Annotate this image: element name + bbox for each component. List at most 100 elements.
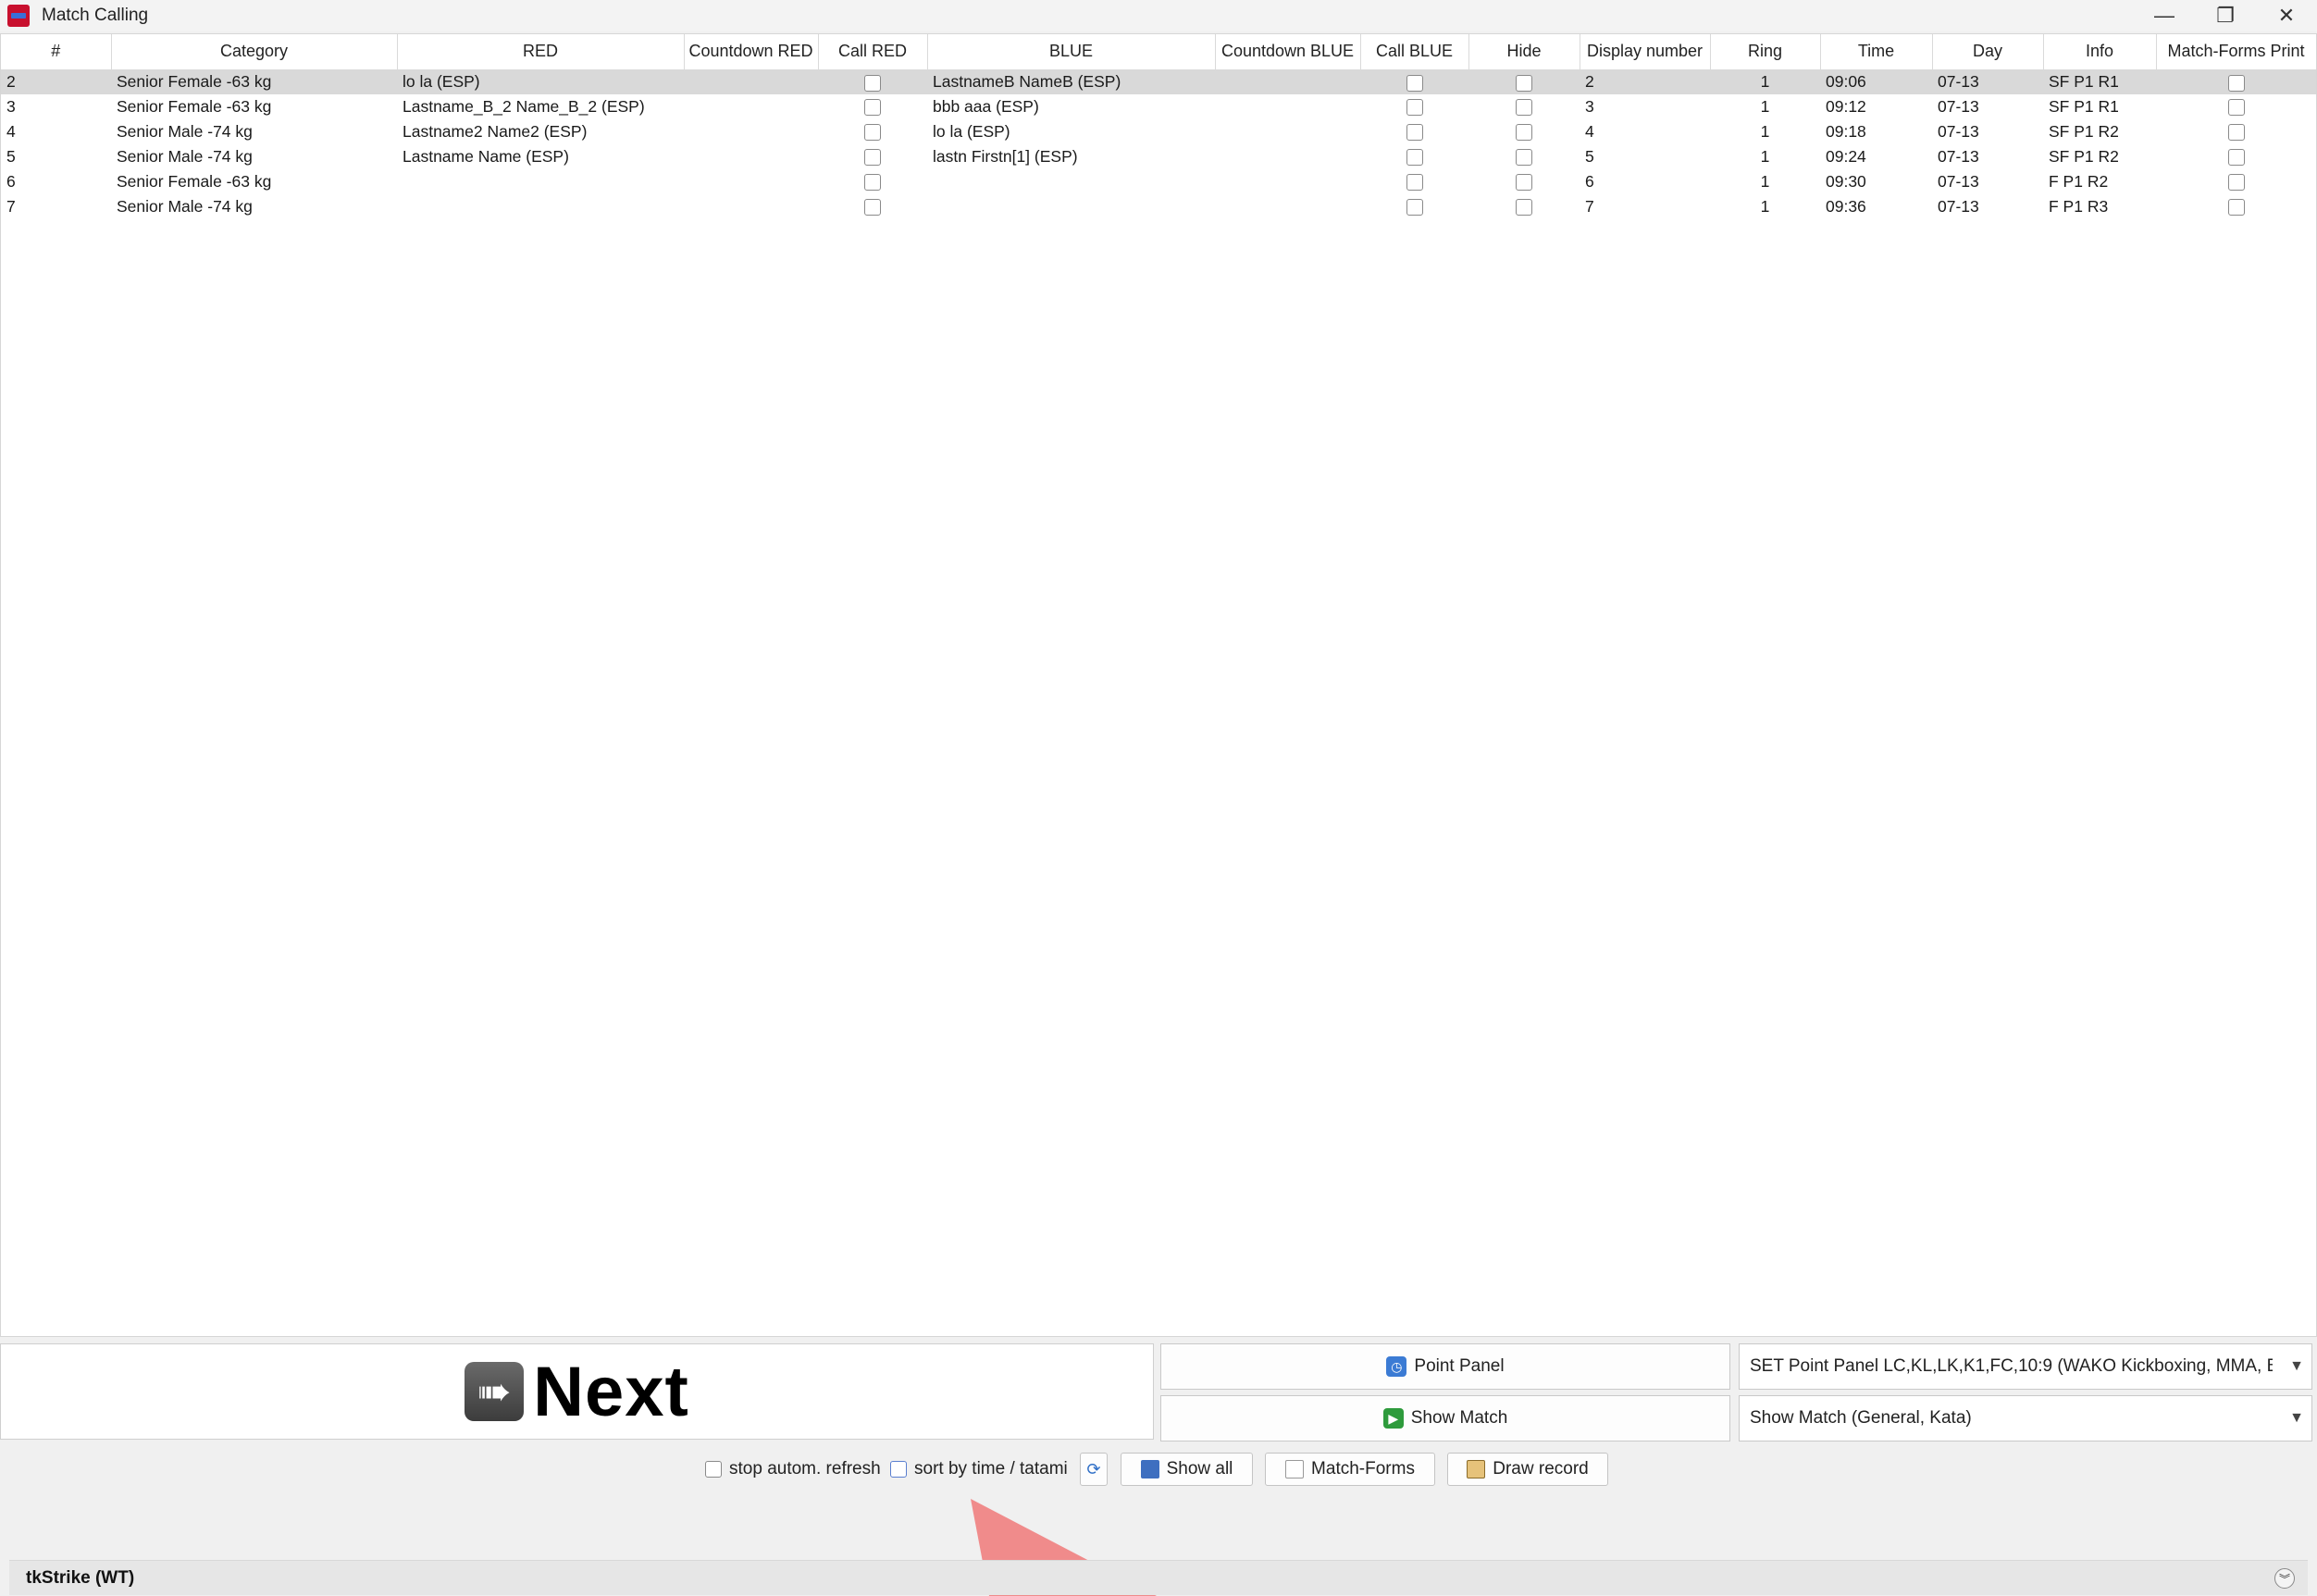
draw-record-button[interactable]: Draw record: [1447, 1453, 1608, 1486]
row-red-athlete: [397, 194, 684, 219]
row-red-athlete: lo la (ESP): [397, 69, 684, 94]
row-info: SF P1 R1: [2049, 97, 2119, 116]
column-header[interactable]: Ring: [1710, 34, 1821, 70]
row-time: 09:30: [1826, 172, 1866, 191]
expand-icon[interactable]: ︾: [2274, 1568, 2295, 1589]
match-forms-print-checkbox[interactable]: [2227, 124, 2245, 142]
show-all-button[interactable]: Show all: [1121, 1453, 1253, 1486]
column-header[interactable]: Display number: [1580, 34, 1711, 70]
stop-refresh-label: stop autom. refresh: [729, 1459, 881, 1478]
match-forms-print-checkbox[interactable]: [2227, 199, 2245, 217]
row-blue-athlete: bbb aaa (ESP): [933, 97, 1039, 116]
match-forms-print-checkbox-cell: [2156, 69, 2316, 94]
match-table-area: # Category RED Countdown RED Call RED BLUE Cou…: [0, 33, 2317, 1337]
row-countdown-blue: [1215, 194, 1360, 219]
match-forms-print-checkbox[interactable]: [2227, 99, 2245, 117]
point-panel-select[interactable]: SET Point Panel LC,KL,LK,K1,FC,10:9 (WAK…: [1739, 1343, 2312, 1390]
column-header[interactable]: #: [1, 34, 112, 70]
row-number: 4: [6, 122, 16, 141]
row-day: 07-13: [1938, 172, 1979, 191]
footer-bar: tkStrike (WT) ︾: [9, 1560, 2308, 1595]
next-button[interactable]: ➠ Next: [0, 1343, 1154, 1440]
show-match-select[interactable]: Show Match (General, Kata) ▼: [1739, 1395, 2312, 1441]
row-time: 09:24: [1826, 147, 1866, 166]
call-red-checkbox[interactable]: [864, 174, 881, 192]
call-blue-checkbox-cell: [1360, 144, 1468, 169]
stop-refresh-option[interactable]: stop autom. refresh: [705, 1453, 881, 1486]
table-row[interactable]: 3 Senior Female -63 kg Lastname_B_2 Name_B…: [1, 94, 2316, 119]
column-header[interactable]: BLUE: [927, 34, 1216, 70]
column-header[interactable]: Countdown RED: [684, 34, 819, 70]
chevron-down-icon: ▼: [2289, 1410, 2304, 1426]
column-header[interactable]: RED: [397, 34, 685, 70]
column-header[interactable]: Call BLUE: [1360, 34, 1469, 70]
close-button[interactable]: ✕: [2256, 0, 2317, 31]
row-category: Senior Female -63 kg: [111, 69, 397, 94]
match-forms-print-checkbox[interactable]: [2227, 74, 2245, 92]
match-forms-print-checkbox-cell: [2156, 169, 2316, 194]
show-match-select-value: Show Match (General, Kata): [1750, 1408, 1972, 1428]
hide-checkbox[interactable]: [1516, 74, 1532, 92]
hide-checkbox[interactable]: [1516, 149, 1532, 167]
table-row[interactable]: 2 Senior Female -63 kg lo la (ESP) Lastname…: [1, 69, 2316, 94]
table-row[interactable]: 5 Senior Male -74 kg Lastname Name (ESP) la…: [1, 144, 2316, 169]
call-red-checkbox[interactable]: [864, 199, 881, 217]
call-red-checkbox-cell: [818, 119, 927, 144]
call-blue-checkbox[interactable]: [1406, 74, 1423, 92]
call-red-checkbox-cell: [818, 144, 927, 169]
call-blue-checkbox[interactable]: [1406, 99, 1423, 117]
call-red-checkbox-cell: [818, 69, 927, 94]
minimize-button[interactable]: —: [2134, 0, 2195, 31]
refresh-button[interactable]: ⟳: [1080, 1453, 1108, 1486]
table-row[interactable]: 4 Senior Male -74 kg Lastname2 Name2 (ESP)…: [1, 119, 2316, 144]
hide-checkbox[interactable]: [1516, 199, 1532, 217]
row-countdown-blue: [1215, 144, 1360, 169]
row-display-number: 7: [1585, 197, 1594, 216]
row-ring: 1: [1710, 69, 1820, 94]
record-icon: [1467, 1460, 1486, 1478]
sort-checkbox[interactable]: [890, 1461, 907, 1478]
row-blue-athlete: LastnameB NameB (ESP): [927, 69, 1215, 94]
match-forms-print-checkbox-cell: [2156, 119, 2316, 144]
call-blue-checkbox[interactable]: [1406, 124, 1423, 142]
hide-checkbox[interactable]: [1516, 99, 1532, 117]
call-blue-checkbox[interactable]: [1406, 199, 1423, 217]
match-forms-print-checkbox[interactable]: [2227, 149, 2245, 167]
match-forms-print-checkbox[interactable]: [2227, 174, 2245, 192]
column-header[interactable]: Category: [111, 34, 398, 70]
column-header[interactable]: Hide: [1468, 34, 1580, 70]
show-match-button[interactable]: ▶ Show Match: [1160, 1395, 1730, 1441]
point-panel-select-value: SET Point Panel LC,KL,LK,K1,FC,10:9 (WAK…: [1750, 1356, 2273, 1376]
maximize-button[interactable]: ❐: [2195, 0, 2256, 31]
row-blue-athlete: lo la (ESP): [933, 122, 1010, 141]
call-red-checkbox[interactable]: [864, 74, 881, 92]
hide-checkbox[interactable]: [1516, 124, 1532, 142]
row-info: SF P1 R2: [2049, 147, 2119, 166]
sort-option[interactable]: sort by time / tatami: [890, 1453, 1068, 1486]
column-header[interactable]: Info: [2043, 34, 2157, 70]
row-ring: 1: [1760, 122, 1770, 141]
table-row[interactable]: 7 Senior Male -74 kg 7 1 09:36 07-13 F P1 R3: [1, 194, 2316, 219]
point-panel-button[interactable]: ◷ Point Panel: [1160, 1343, 1730, 1390]
window-title: Match Calling: [42, 6, 149, 25]
table-row[interactable]: 6 Senior Female -63 kg 6 1 09:30 07-13 F P1 R2: [1, 169, 2316, 194]
match-forms-button[interactable]: Match-Forms: [1265, 1453, 1435, 1486]
stop-refresh-checkbox[interactable]: [705, 1461, 722, 1478]
hide-checkbox-cell: [1468, 94, 1580, 119]
window-controls: — ❐ ✕: [2134, 0, 2317, 31]
footer-title: tkStrike (WT): [26, 1567, 135, 1588]
call-red-checkbox[interactable]: [864, 124, 881, 142]
row-countdown-red: [684, 119, 818, 144]
hide-checkbox[interactable]: [1516, 174, 1532, 192]
column-header[interactable]: Day: [1932, 34, 2044, 70]
row-red-athlete: Lastname_B_2 Name_B_2 (ESP): [403, 97, 645, 116]
column-header[interactable]: Match-Forms Print: [2156, 34, 2316, 70]
call-blue-checkbox[interactable]: [1406, 174, 1423, 192]
column-header[interactable]: Time: [1820, 34, 1933, 70]
call-red-checkbox[interactable]: [864, 149, 881, 167]
column-header[interactable]: Countdown BLUE: [1215, 34, 1361, 70]
call-blue-checkbox[interactable]: [1406, 149, 1423, 167]
column-header[interactable]: Call RED: [818, 34, 928, 70]
row-category: Senior Male -74 kg: [117, 122, 253, 141]
call-red-checkbox[interactable]: [864, 99, 881, 117]
